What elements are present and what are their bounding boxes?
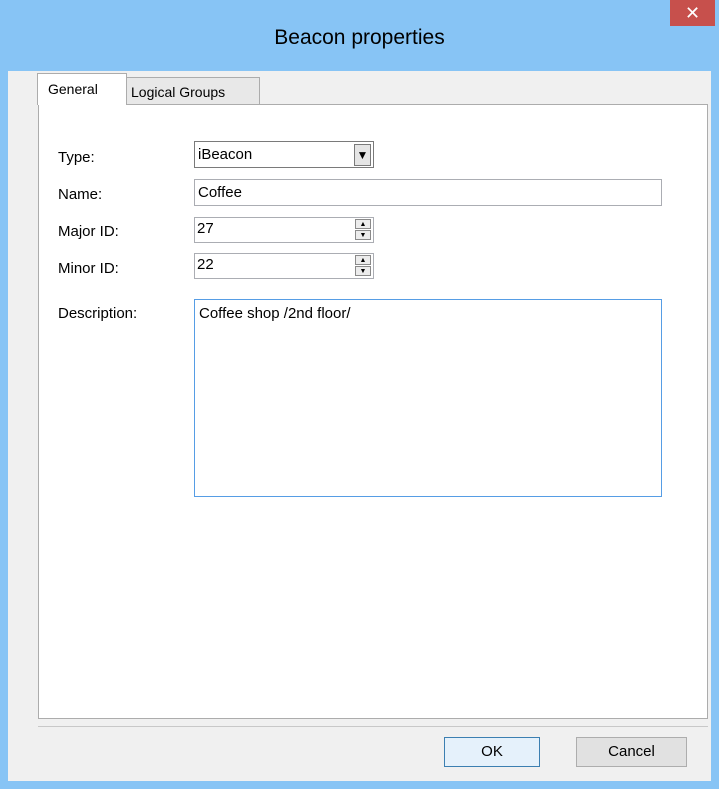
- major-id-spin-buttons: ▲ ▼: [355, 219, 372, 241]
- spin-up-icon[interactable]: ▲: [355, 219, 371, 229]
- minor-id-spin-buttons: ▲ ▼: [355, 255, 372, 277]
- major-id-value: 27: [197, 220, 214, 237]
- close-icon: ✕: [684, 3, 701, 23]
- close-button[interactable]: ✕: [670, 0, 715, 26]
- ok-button[interactable]: OK: [444, 737, 540, 767]
- minor-id-label: Minor ID:: [58, 260, 119, 277]
- tab-logical-groups[interactable]: Logical Groups: [124, 77, 260, 105]
- spin-down-icon[interactable]: ▼: [355, 230, 371, 240]
- type-label: Type:: [58, 149, 95, 166]
- name-field[interactable]: Coffee: [194, 179, 662, 206]
- tab-general[interactable]: General: [37, 73, 127, 105]
- name-value: Coffee: [198, 184, 242, 201]
- divider: [38, 726, 708, 727]
- tab-logical-groups-label: Logical Groups: [131, 84, 226, 100]
- major-id-stepper[interactable]: 27 ▲ ▼: [194, 217, 374, 243]
- description-value: Coffee shop /2nd floor/: [199, 305, 351, 322]
- cancel-button[interactable]: Cancel: [576, 737, 687, 767]
- name-label: Name:: [58, 186, 103, 203]
- minor-id-stepper[interactable]: 22 ▲ ▼: [194, 253, 374, 279]
- type-value: iBeacon: [198, 146, 253, 163]
- general-tab-panel: Type: iBeacon ▼ Name: Coffee Major ID: 2…: [38, 104, 708, 719]
- dialog-window: Beacon properties ✕ General Logical Grou…: [0, 0, 719, 789]
- title-bar[interactable]: Beacon properties ✕: [0, 0, 719, 80]
- description-label: Description:: [58, 305, 138, 322]
- description-textarea[interactable]: Coffee shop /2nd floor/: [194, 299, 662, 497]
- dialog-client-area: General Logical Groups Type: iBeacon ▼ N…: [8, 71, 711, 781]
- spin-down-icon[interactable]: ▼: [355, 266, 371, 276]
- chevron-down-icon[interactable]: ▼: [354, 144, 371, 166]
- tab-general-label: General: [48, 81, 98, 97]
- window-title: Beacon properties: [274, 26, 445, 49]
- major-id-label: Major ID:: [58, 223, 119, 240]
- type-dropdown[interactable]: iBeacon ▼: [194, 141, 374, 168]
- spin-up-icon[interactable]: ▲: [355, 255, 371, 265]
- minor-id-value: 22: [197, 256, 214, 273]
